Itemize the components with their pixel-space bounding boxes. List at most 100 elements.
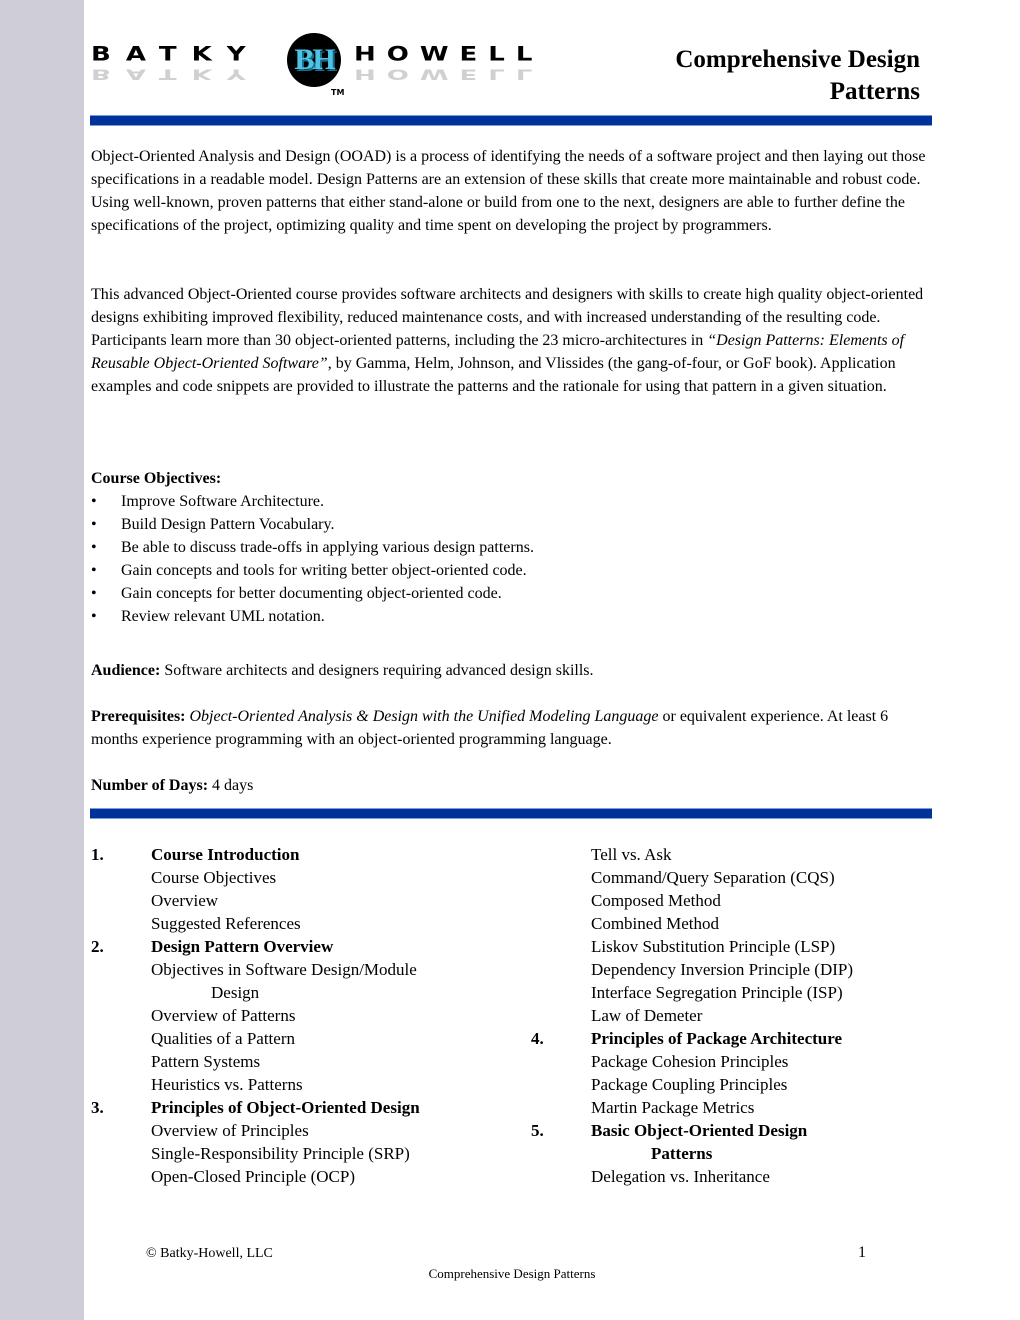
outline-topic: Overview of Principles (91, 1119, 511, 1142)
batky-howell-logo: BATKY BATKY BH TM HOWELL HOWELL (91, 30, 544, 98)
audience-text: Software architects and designers requir… (160, 662, 594, 679)
topic-text: Martin Package Metrics (591, 1098, 755, 1117)
objective-item: Review relevant UML notation. (91, 605, 933, 628)
outline-topic: Dependency Inversion Principle (DIP) (531, 958, 931, 981)
topic-text: Interface Segregation Principle (ISP) (591, 983, 843, 1002)
prerequisite-course: Object-Oriented Analysis & Design with t… (189, 708, 659, 725)
outline-topic: Tell vs. Ask (531, 843, 931, 866)
outline-module-heading: 5. Basic Object-Oriented Design (531, 1119, 931, 1142)
bh-badge-icon: BH (287, 33, 341, 87)
outline-topic: Composed Method (531, 889, 931, 912)
course-objectives-section: Course Objectives: Improve Software Arch… (91, 467, 933, 628)
topic-text: Overview of Patterns (151, 1006, 296, 1025)
outline-topic: Command/Query Separation (CQS) (531, 866, 931, 889)
outline-topic: Liskov Substitution Principle (LSP) (531, 935, 931, 958)
prerequisites-label: Prerequisites: (91, 708, 186, 725)
footer-page-number: 1 (858, 1244, 866, 1261)
topic-text: Pattern Systems (151, 1052, 261, 1071)
module-title: Principles of Package Architecture (591, 1029, 843, 1048)
footer-document-name: Comprehensive Design Patterns (428, 1266, 596, 1281)
intro-paragraph-2: This advanced Object-Oriented course pro… (91, 283, 933, 398)
document-title: Comprehensive Design Patterns (590, 44, 920, 108)
outline-topic: Single-Responsibility Principle (SRP) (91, 1142, 511, 1165)
outline-continuation: Patterns (531, 1142, 931, 1165)
trademark-mark: TM (331, 88, 345, 97)
outline-topic: Combined Method (531, 912, 931, 935)
topic-text: Combined Method (591, 914, 719, 933)
logo-reflection-batky: BATKY (91, 65, 261, 83)
topic-text: Suggested References (151, 914, 301, 933)
topic-text: Package Coupling Principles (591, 1075, 788, 1094)
outline-topic: Overview (91, 889, 511, 912)
module-number: 3. (91, 1098, 104, 1117)
outline-topic: Overview of Patterns (91, 1004, 511, 1027)
logo-word-howell: HOWELL (354, 43, 544, 66)
objective-item: Be able to discuss trade-offs in applyin… (91, 536, 933, 559)
logo-reflection-howell: HOWELL (354, 65, 544, 83)
objectives-heading: Course Objectives: (91, 470, 222, 487)
logo-word-batky: BATKY (91, 43, 261, 66)
objectives-list: Improve Software Architecture. Build Des… (91, 490, 933, 628)
audience-label: Audience: (91, 662, 161, 679)
topic-text: Open-Closed Principle (OCP) (151, 1167, 355, 1186)
audience-section: Audience: Software architects and design… (91, 659, 933, 682)
topic-text: Qualities of a Pattern (151, 1029, 295, 1048)
objective-item: Build Design Pattern Vocabulary. (91, 513, 933, 536)
topic-text: Single-Responsibility Principle (SRP) (151, 1144, 410, 1163)
badge-letters: BH (294, 43, 335, 76)
topic-text: Liskov Substitution Principle (LSP) (591, 937, 836, 956)
module-title: Principles of Object-Oriented Design (151, 1098, 420, 1117)
outline-topic: Martin Package Metrics (531, 1096, 931, 1119)
module-title: Course Introduction (151, 845, 300, 864)
footer-copyright: © Batky-Howell, LLC (146, 1246, 273, 1261)
topic-text: Command/Query Separation (CQS) (591, 868, 835, 887)
outline-module-heading: 2. Design Pattern Overview (91, 935, 511, 958)
outline-column-left: 1. Course Introduction Course Objectives Ov… (91, 843, 511, 1188)
title-line-1: Comprehensive Design (675, 46, 920, 73)
document-page: BATKY BATKY BH TM HOWELL HOWELL Comprehe… (84, 0, 1020, 1320)
outline-divider-rule (90, 808, 932, 819)
module-title: Design Pattern Overview (151, 937, 334, 956)
module-title: Basic Object-Oriented Design (591, 1121, 808, 1140)
objective-item: Improve Software Architecture. (91, 490, 933, 513)
outline-column-right: Tell vs. Ask Command/Query Separation (CQ… (531, 843, 931, 1188)
module-number: 5. (531, 1121, 544, 1140)
intro-paragraph-1: Object-Oriented Analysis and Design (OOA… (91, 148, 926, 234)
outline-topic: Delegation vs. Inheritance (531, 1165, 931, 1188)
outline-topic: Interface Segregation Principle (ISP) (531, 981, 931, 1004)
objective-item: Gain concepts for better documenting obj… (91, 582, 933, 605)
topic-text: Package Cohesion Principles (591, 1052, 789, 1071)
topic-text: Composed Method (591, 891, 721, 910)
topic-text: Law of Demeter (591, 1006, 703, 1025)
viewer-side-strip (0, 0, 84, 1320)
outline-topic: Qualities of a Pattern (91, 1027, 511, 1050)
topic-text: Course Objectives (151, 868, 277, 887)
topic-text: Tell vs. Ask (591, 845, 672, 864)
outline-topic: Pattern Systems (91, 1050, 511, 1073)
topic-text: Heuristics vs. Patterns (151, 1075, 303, 1094)
module-number: 2. (91, 937, 104, 956)
outline-module-heading: 3. Principles of Object-Oriented Design (91, 1096, 511, 1119)
outline-topic: Objectives in Software Design/Module (91, 958, 511, 981)
outline-topic: Suggested References (91, 912, 511, 935)
topic-text: Dependency Inversion Principle (DIP) (591, 960, 854, 979)
title-line-2: Patterns (829, 78, 920, 105)
outline-topic: Package Coupling Principles (531, 1073, 931, 1096)
topic-text: Overview of Principles (151, 1121, 309, 1140)
days-value: 4 days (208, 777, 254, 794)
outline-topic: Heuristics vs. Patterns (91, 1073, 511, 1096)
module-number: 4. (531, 1029, 544, 1048)
outline-module-heading: 4. Principles of Package Architecture (531, 1027, 931, 1050)
header-divider-rule (90, 115, 932, 126)
days-label: Number of Days: (91, 777, 209, 794)
module-number: 1. (91, 845, 104, 864)
continuation-text: Patterns (651, 1144, 713, 1163)
outline-topic: Open-Closed Principle (OCP) (91, 1165, 511, 1188)
outline-topic: Law of Demeter (531, 1004, 931, 1027)
objective-item: Gain concepts and tools for writing bett… (91, 559, 933, 582)
prerequisites-section: Prerequisites: Object-Oriented Analysis … (91, 705, 933, 751)
outline-topic: Course Objectives (91, 866, 511, 889)
outline-continuation: Design (91, 981, 511, 1004)
topic-text: Objectives in Software Design/Module (151, 960, 417, 979)
continuation-text: Design (211, 983, 260, 1002)
